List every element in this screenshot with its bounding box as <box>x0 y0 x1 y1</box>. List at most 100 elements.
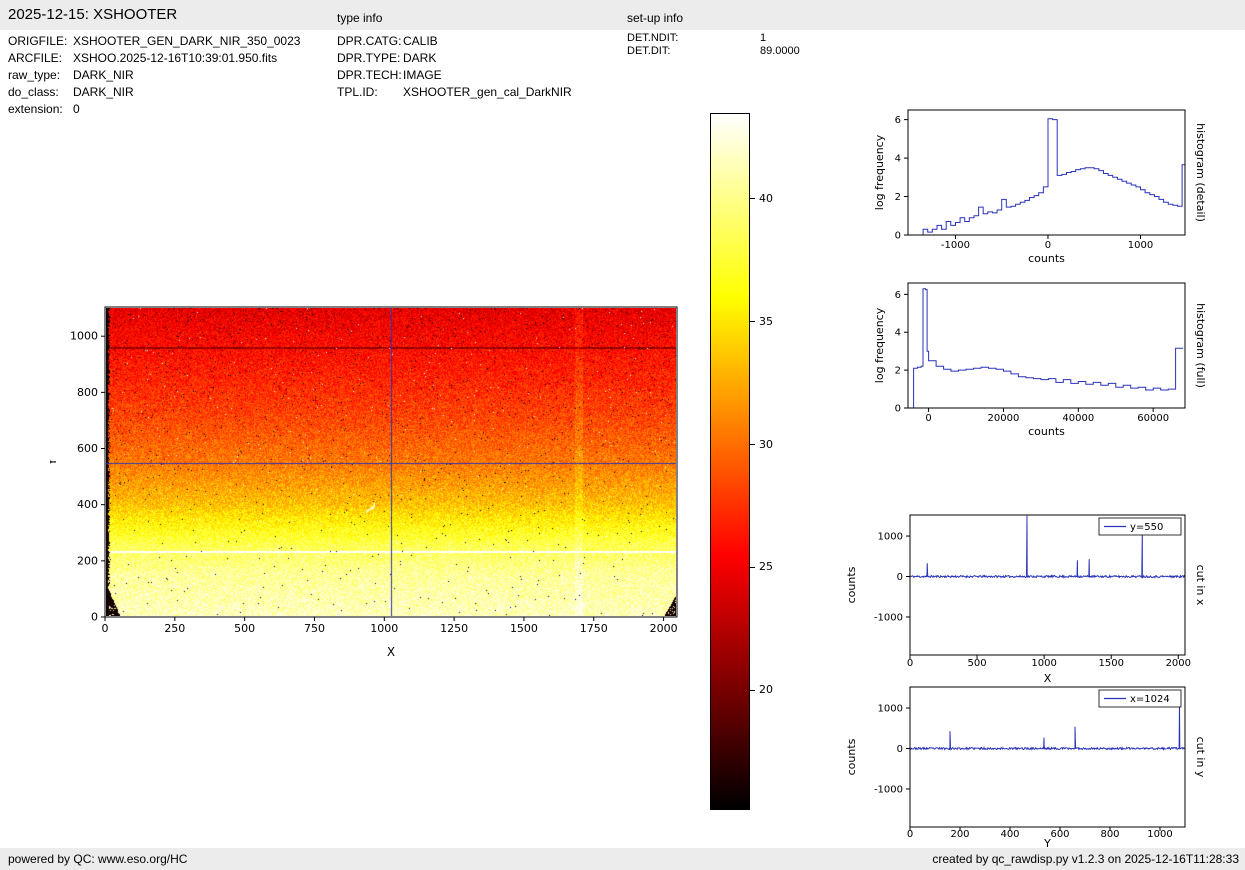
colorbar-tick-label: 30 <box>759 438 773 451</box>
x-tick-label: 200 <box>950 829 969 840</box>
meta-row-origfile: ORIGFILE: XSHOOTER_GEN_DARK_NIR_350_0023 <box>8 33 300 50</box>
meta-row-dpr-tech: DPR.TECH: IMAGE <box>337 67 572 84</box>
det-ndit-label: DET.NDIT: <box>627 32 760 45</box>
colorbar-tick-label: 20 <box>759 683 773 696</box>
type-info-heading: type info <box>337 11 382 25</box>
footer-right-text: created by qc_rawdisp.py v1.2.3 on 2025-… <box>932 852 1239 866</box>
y-tick-label: 0 <box>91 611 98 624</box>
x-tick-label: 750 <box>304 622 325 635</box>
meta-row-det-dit: DET.DIT: 89.0000 <box>627 45 800 58</box>
x-axis-label: counts <box>1028 425 1065 438</box>
y-tick-label: 1000 <box>878 704 903 715</box>
y-tick-label: 4 <box>895 328 901 339</box>
doclass-value: DARK_NIR <box>73 84 134 101</box>
data-series-line <box>914 119 1187 235</box>
x-tick-label: 0 <box>925 413 931 424</box>
data-series-line <box>912 289 1183 408</box>
y-tick-label: 0 <box>895 231 901 242</box>
side-label: cut in y <box>1194 737 1207 778</box>
axes-frame <box>105 307 677 617</box>
meta-row-arcfile: ARCFILE: XSHOO.2025-12-16T10:39:01.950.f… <box>8 50 300 67</box>
x-tick-label: 1250 <box>440 622 468 635</box>
footer-bar: powered by QC: www.eso.org/HC created by… <box>0 848 1245 870</box>
qc-report-page: 2025-12-15: XSHOOTER type info set-up in… <box>0 0 1245 870</box>
header-bar: 2025-12-15: XSHOOTER type info set-up in… <box>0 0 1245 30</box>
extension-label: extension: <box>8 101 73 118</box>
x-tick-label: 400 <box>1000 829 1019 840</box>
colorbar-tick <box>750 444 755 445</box>
dpr-type-label: DPR.TYPE: <box>337 50 403 67</box>
arcfile-value: XSHOO.2025-12-16T10:39:01.950.fits <box>73 50 277 67</box>
colorbar <box>710 113 750 810</box>
meta-row-rawtype: raw_type: DARK_NIR <box>8 67 300 84</box>
x-tick-label: 1000 <box>370 622 398 635</box>
x-axis-label: counts <box>1028 252 1065 265</box>
y-axis-label: counts <box>845 738 858 775</box>
y-tick-label: 600 <box>77 442 98 455</box>
y-axis-label: Y <box>50 458 59 467</box>
dpr-tech-value: IMAGE <box>403 67 442 84</box>
colorbar-tick-label: 40 <box>759 192 773 205</box>
colorbar-tick <box>750 567 755 568</box>
doclass-label: do_class: <box>8 84 73 101</box>
meta-row-dpr-type: DPR.TYPE: DARK <box>337 50 572 67</box>
meta-row-tpl-id: TPL.ID: XSHOOTER_gen_cal_DarkNIR <box>337 84 572 101</box>
meta-row-extension: extension: 0 <box>8 101 300 118</box>
dpr-catg-value: CALIB <box>403 33 438 50</box>
cut-in-y-plot: 02004006008001000-100001000Ycountscut in… <box>845 677 1215 870</box>
colorbar-tick-label: 25 <box>759 560 773 573</box>
det-dit-label: DET.DIT: <box>627 45 760 58</box>
x-tick-label: 1000 <box>1031 658 1056 669</box>
colorbar-tick <box>750 198 755 199</box>
x-tick-label: 2000 <box>1166 658 1191 669</box>
x-tick-label: 2000 <box>650 622 678 635</box>
y-tick-label: 6 <box>895 290 901 301</box>
y-tick-label: 0 <box>897 572 903 583</box>
colorbar-ticks: 2025303540 <box>750 113 795 810</box>
x-tick-label: 0 <box>102 622 109 635</box>
y-tick-label: 800 <box>77 386 98 399</box>
cut-in-x-plot: 0500100015002000-100001000Xcountscut in … <box>845 505 1215 700</box>
x-axis-label: X <box>387 645 395 659</box>
x-tick-label: 1750 <box>580 622 608 635</box>
x-tick-label: 500 <box>968 658 987 669</box>
x-tick-label: 500 <box>234 622 255 635</box>
y-tick-label: 0 <box>895 404 901 415</box>
legend-label: y=550 <box>1130 522 1163 533</box>
y-tick-label: 400 <box>77 498 98 511</box>
histogram-full-plot: 02000040000600000246countslog frequencyh… <box>845 273 1215 458</box>
x-tick-label: -1000 <box>941 240 970 251</box>
x-tick-label: 800 <box>1100 829 1119 840</box>
dpr-catg-label: DPR.CATG: <box>337 33 403 50</box>
det-dit-value: 89.0000 <box>760 45 800 58</box>
dpr-type-value: DARK <box>403 50 436 67</box>
y-tick-label: 6 <box>895 115 901 126</box>
colorbar-tick <box>750 321 755 322</box>
heatmap-axes: 0250500750100012501500175020000200400600… <box>50 297 710 672</box>
y-tick-label: 200 <box>77 554 98 567</box>
x-tick-label: 20000 <box>988 413 1020 424</box>
page-title: 2025-12-15: XSHOOTER <box>8 6 177 23</box>
x-tick-label: 0 <box>907 658 913 669</box>
data-series-line <box>910 702 1185 750</box>
setup-info-block: DET.NDIT: 1 DET.DIT: 89.0000 <box>627 32 800 58</box>
side-label: histogram (detail) <box>1194 123 1207 222</box>
histogram-detail-plot: -1000010000246countslog frequencyhistogr… <box>845 100 1215 285</box>
y-tick-label: 2 <box>895 192 901 203</box>
x-tick-label: 600 <box>1050 829 1069 840</box>
tpl-id-label: TPL.ID: <box>337 84 403 101</box>
x-tick-label: 1500 <box>510 622 538 635</box>
det-ndit-value: 1 <box>760 32 766 45</box>
x-tick-label: 1000 <box>1147 829 1172 840</box>
y-tick-label: 1000 <box>878 532 903 543</box>
footer-left-text: powered by QC: www.eso.org/HC <box>8 852 187 866</box>
colorbar-tick <box>750 690 755 691</box>
axes-frame <box>908 283 1185 408</box>
axes-frame <box>910 687 1185 827</box>
y-tick-label: -1000 <box>874 784 903 795</box>
side-label: histogram (full) <box>1194 303 1207 388</box>
extension-value: 0 <box>73 101 80 118</box>
file-info-block: ORIGFILE: XSHOOTER_GEN_DARK_NIR_350_0023… <box>8 33 300 118</box>
x-tick-label: 0 <box>1045 240 1051 251</box>
origfile-value: XSHOOTER_GEN_DARK_NIR_350_0023 <box>73 33 300 50</box>
